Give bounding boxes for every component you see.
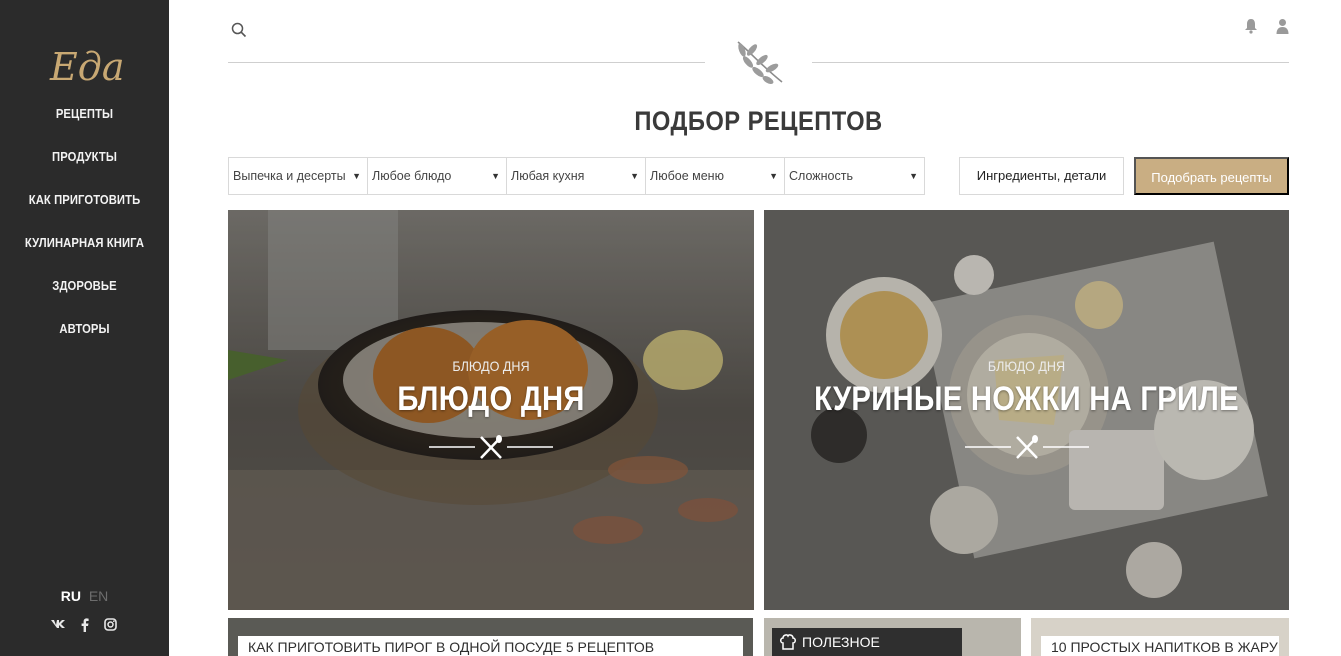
header-divider-right [812,62,1289,63]
facebook-icon[interactable] [76,618,94,634]
filter-dish[interactable]: Любое блюдо ▼ [368,158,507,194]
user-icon[interactable] [1276,18,1289,34]
filter-cuisine-value: Любая кухня [511,169,585,183]
teaser-summer-drinks[interactable]: 10 ПРОСТЫХ НАПИТКОВ В ЖАРУ [1031,618,1289,656]
lang-en[interactable]: EN [89,588,108,604]
page-title: ПОДБОР РЕЦЕПТОВ [634,106,883,136]
card-overlay: БЛЮДО ДНЯ БЛЮДО ДНЯ [228,210,754,610]
filter-difficulty[interactable]: Сложность ▼ [785,158,924,194]
filter-menu[interactable]: Любое меню ▼ [646,158,785,194]
card-overlay: БЛЮДО ДНЯ КУРИНЫЕ НОЖКИ НА ГРИЛЕ [764,210,1289,610]
card-kicker: БЛЮДО ДНЯ [452,358,530,374]
lang-ru[interactable]: RU [61,588,81,604]
filter-category-value: Выпечка и десерты [233,169,346,183]
social-links [0,617,169,635]
header-divider-left [228,62,705,63]
nav-item-products[interactable]: ПРОДУКТЫ [8,143,160,186]
teaser-pie-recipes[interactable]: КАК ПРИГОТОВИТЬ ПИРОГ В ОДНОЙ ПОСУДЕ 5 Р… [228,618,753,656]
search-icon[interactable] [231,22,247,38]
ingredients-details-button[interactable]: Ингредиенты, детали [959,157,1124,195]
nav-item-recipes[interactable]: РЕЦЕПТЫ [8,100,160,143]
instagram-icon[interactable] [102,617,120,634]
featured-card-grilled-chicken[interactable]: БЛЮДО ДНЯ КУРИНЫЕ НОЖКИ НА ГРИЛЕ [764,210,1289,610]
cutlery-icon [964,434,1089,460]
branch-icon [732,38,786,86]
filter-menu-value: Любое меню [650,169,724,183]
recipe-filters: Выпечка и десерты ▼ Любое блюдо ▼ Любая ку… [228,157,925,195]
teaser-title[interactable]: 10 ПРОСТЫХ НАПИТКОВ В ЖАРУ [1041,636,1279,656]
nav-item-how-to-cook[interactable]: КАК ПРИГОТОВИТЬ [8,186,160,229]
bell-icon[interactable] [1244,18,1258,34]
site-logo[interactable]: Еда [50,42,124,92]
vk-icon[interactable] [49,618,67,634]
cutlery-icon [429,434,553,460]
nav-item-cookbook[interactable]: КУЛИНАРНАЯ КНИГА [8,229,160,272]
filter-difficulty-value: Сложность [789,169,853,183]
card-headline[interactable]: БЛЮДО ДНЯ [265,380,717,419]
card-kicker: БЛЮДО ДНЯ [987,358,1066,374]
main-nav: РЕЦЕПТЫ ПРОДУКТЫ КАК ПРИГОТОВИТЬ КУЛИНАР… [0,100,169,358]
chevron-down-icon: ▼ [491,171,500,181]
filter-cuisine[interactable]: Любая кухня ▼ [507,158,646,194]
teaser-useful[interactable]: ПОЛЕЗНОЕ [764,618,1021,656]
sidebar: Еда РЕЦЕПТЫ ПРОДУКТЫ КАК ПРИГОТОВИТЬ КУЛ… [0,0,169,656]
chevron-down-icon: ▼ [352,171,361,181]
featured-card-dish-of-day[interactable]: БЛЮДО ДНЯ БЛЮДО ДНЯ [228,210,754,610]
filter-category[interactable]: Выпечка и десерты ▼ [229,158,368,194]
chef-hat-icon [779,633,797,651]
find-recipes-button[interactable]: Подобрать рецепты [1134,157,1289,195]
useful-badge[interactable]: ПОЛЕЗНОЕ [772,628,962,656]
nav-item-authors[interactable]: АВТОРЫ [8,315,160,358]
chevron-down-icon: ▼ [630,171,639,181]
chevron-down-icon: ▼ [769,171,778,181]
filter-dish-value: Любое блюдо [372,169,452,183]
chevron-down-icon: ▼ [909,171,918,181]
language-switcher: RU EN [0,588,169,604]
nav-item-health[interactable]: ЗДОРОВЬЕ [8,272,160,315]
teaser-title[interactable]: КАК ПРИГОТОВИТЬ ПИРОГ В ОДНОЙ ПОСУДЕ 5 Р… [238,636,743,656]
card-headline[interactable]: КУРИНЫЕ НОЖКИ НА ГРИЛЕ [801,380,1253,419]
